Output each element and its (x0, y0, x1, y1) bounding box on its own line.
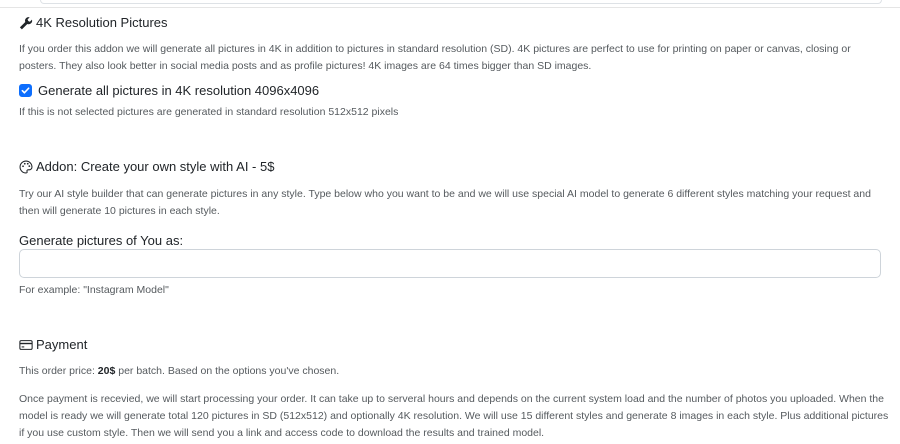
section-title-custom-style-text: Addon: Create your own style with AI - 5… (36, 159, 275, 174)
credit-card-icon (19, 338, 33, 352)
price-suffix: per batch. Based on the options you've c… (115, 365, 340, 377)
generate-4k-option[interactable]: Generate all pictures in 4K resolution 4… (19, 81, 319, 99)
section-custom-style-description: Try our AI style builder that can genera… (19, 188, 871, 217)
order-price: 20$ (97, 365, 116, 377)
generate-4k-checkbox[interactable] (19, 83, 32, 97)
previous-input-edge (40, 0, 882, 4)
section-divider (0, 7, 900, 8)
section-4k-description: If you order this addon we will generate… (19, 43, 851, 72)
generate-4k-label[interactable]: Generate all pictures in 4K resolution 4… (38, 83, 319, 98)
section-title-4k: 4K Resolution Pictures (19, 15, 168, 30)
section-title-custom-style: Addon: Create your own style with AI - 5… (19, 159, 274, 174)
wrench-icon (19, 16, 33, 30)
palette-icon (19, 160, 33, 174)
section-title-4k-text: 4K Resolution Pictures (36, 15, 168, 30)
section-4k-hint: If this is not selected pictures are gen… (19, 106, 399, 118)
price-prefix: This order price: (19, 365, 98, 377)
custom-style-input[interactable] (19, 249, 881, 278)
section-title-payment: Payment (19, 337, 87, 352)
custom-style-hint: For example: "Instagram Model" (19, 284, 169, 296)
custom-style-input-label: Generate pictures of You as: (19, 233, 184, 248)
payment-details: Once payment is recevied, we will start … (19, 393, 889, 439)
payment-price-line: This order price: 20$ per batch. Based o… (19, 363, 889, 380)
section-title-payment-text: Payment (36, 337, 88, 352)
